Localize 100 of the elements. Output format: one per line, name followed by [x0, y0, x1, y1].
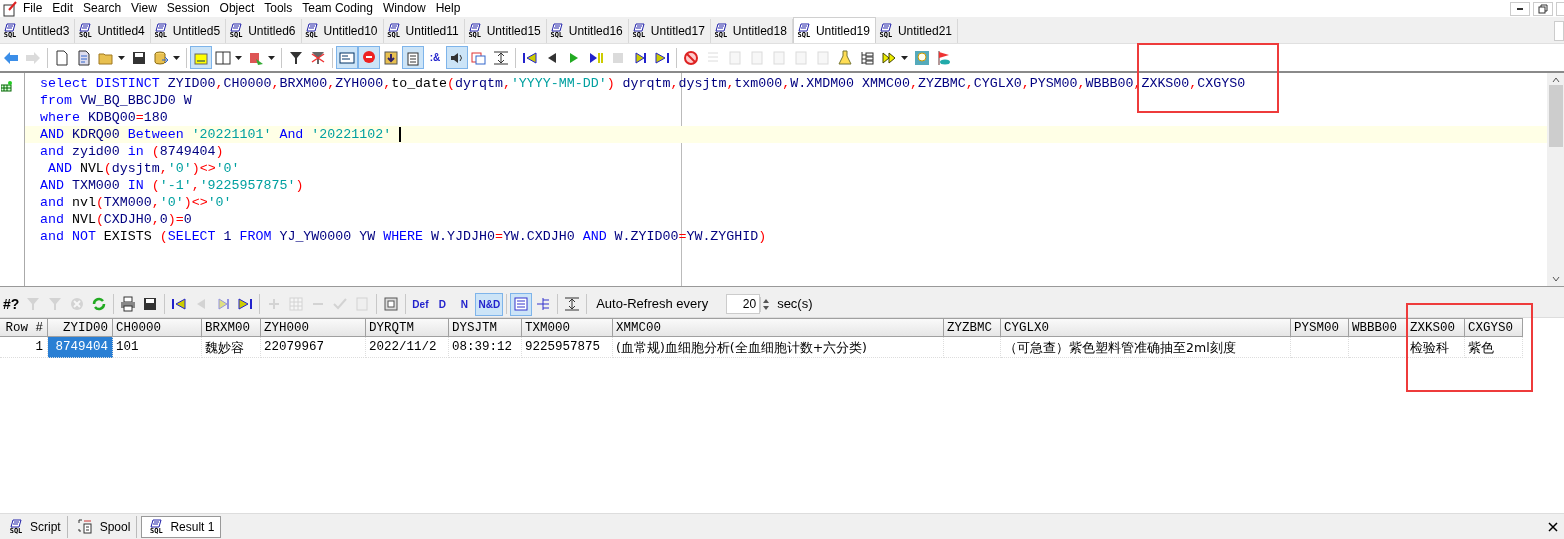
text-cursor	[399, 127, 402, 142]
cancel-icon	[69, 296, 86, 312]
code-line: and NVL(CXDJH0,0)=0	[39, 211, 193, 228]
scroll-down-icon	[1551, 276, 1560, 282]
column-header[interactable]: CH0000	[113, 318, 202, 337]
menu-item[interactable]: Window	[378, 1, 431, 16]
toolbar-button[interactable]: D	[431, 292, 454, 316]
menu-item[interactable]: View	[126, 1, 162, 16]
forward-arrow-icon	[25, 49, 41, 66]
menu-item[interactable]: Session	[161, 1, 215, 16]
toolbar-button[interactable]	[446, 46, 468, 69]
print-icon	[120, 296, 137, 312]
menu-item[interactable]: Tools	[259, 1, 298, 16]
script-icon	[79, 23, 92, 32]
table-cell: 2022/11/2	[366, 337, 449, 358]
menu-item[interactable]: Edit	[47, 1, 79, 16]
table-cell: 检验科	[1407, 337, 1465, 358]
menu-item[interactable]: File	[18, 1, 48, 16]
table-cell: (血常规)血细胞分析(全血细胞计数+六分类)	[613, 337, 944, 358]
code-line: from VW_BQ_BBCJD0 W	[39, 92, 193, 109]
unit-label: sec(s)	[777, 295, 813, 314]
column-header[interactable]: Row #	[0, 318, 48, 337]
toolbar-button[interactable]: #?	[0, 292, 23, 316]
save-icon	[142, 296, 159, 312]
script-icon	[150, 518, 163, 528]
last-icon	[654, 49, 670, 66]
minimize-button[interactable]	[1510, 1, 1530, 16]
column-header[interactable]: CYGLX0	[1001, 318, 1291, 337]
code-line: and zyid00 in (8749404)	[39, 143, 225, 160]
menu-item[interactable]: Search	[78, 1, 127, 16]
result-tab[interactable]: Spool	[71, 515, 138, 538]
column-header[interactable]: BRXM00	[202, 318, 261, 337]
table-cell: 101	[113, 337, 202, 358]
last-icon	[237, 296, 254, 312]
filter-icon	[25, 296, 42, 312]
copy-icon	[471, 49, 487, 66]
refresh-icon	[91, 296, 108, 312]
column-header[interactable]: PYSM00	[1291, 318, 1349, 337]
double-arrow-icon	[881, 49, 897, 66]
script-icon	[10, 518, 22, 528]
table-cell: 8749404	[48, 337, 113, 358]
caret-icon	[235, 55, 242, 60]
scroll-up-icon	[1551, 77, 1560, 83]
caret-icon	[118, 55, 125, 60]
column-header[interactable]: DYRQTM	[366, 318, 449, 337]
script-icon	[305, 23, 318, 32]
first-icon	[171, 296, 188, 312]
scrollbar[interactable]	[1547, 73, 1564, 286]
column-header[interactable]: TXM000	[522, 318, 613, 337]
refresh-interval-field[interactable]: 20	[726, 294, 761, 314]
error-icon	[361, 49, 377, 66]
spool-icon	[77, 518, 94, 535]
run-marker-icon	[1, 81, 13, 93]
document-icon	[793, 49, 809, 66]
save-icon	[131, 49, 147, 66]
toolbar-button[interactable]: N&D	[475, 292, 504, 316]
first-icon	[522, 49, 538, 66]
grid-icon	[288, 296, 305, 312]
column-header[interactable]: WBBB00	[1349, 318, 1407, 337]
document-icon	[749, 49, 765, 66]
spacing-icon	[564, 296, 581, 312]
table-cell: （可急查）紫色塑料管准确抽至2ml刻度	[1001, 337, 1291, 358]
panel-icon	[215, 49, 231, 66]
scroll-thumb[interactable]	[1548, 85, 1563, 147]
grid-icon	[513, 296, 530, 312]
toolbar-button[interactable]: :&	[424, 46, 446, 69]
close-icon[interactable]	[1547, 520, 1559, 533]
script-icon	[154, 23, 167, 32]
toolbar-button[interactable]: Def	[409, 292, 432, 316]
column-header[interactable]: ZYID00	[48, 318, 113, 337]
code-line: and NOT EXISTS (SELECT 1 FROM YJ_YW0000 YW WHERE W.YJDJH0=YW.CXDJH0 AND W.ZYID00=YW.ZYGHID)	[39, 228, 768, 245]
column-header[interactable]: ZYH000	[261, 318, 366, 337]
table-cell: 9225957875	[522, 337, 613, 358]
list-icon	[405, 49, 421, 66]
card-icon	[339, 49, 355, 66]
column-header[interactable]: CXGYS0	[1465, 318, 1523, 337]
tree-icon	[535, 296, 552, 312]
script-icon	[550, 23, 563, 32]
toolbar-button[interactable]: N	[453, 292, 476, 316]
restore-button[interactable]	[1533, 1, 1553, 16]
column-header[interactable]: DYSJTM	[449, 318, 522, 337]
document-icon	[54, 49, 70, 66]
code-line: AND NVL(dysjtm,'0')<>'0'	[46, 160, 241, 177]
spin-up-icon	[763, 298, 770, 303]
script-icon	[468, 23, 481, 32]
column-header[interactable]: ZYZBMC	[944, 318, 1001, 337]
restore-icon	[1538, 3, 1548, 14]
table-cell: 魏妙容	[202, 337, 261, 358]
clear-filter-icon	[310, 49, 326, 66]
menu-item[interactable]: Object	[214, 1, 260, 16]
flag-icon	[936, 49, 952, 66]
menu-item[interactable]: Team Coding	[297, 1, 378, 16]
column-header[interactable]: ZXKS00	[1407, 318, 1465, 337]
tree-icon	[859, 49, 875, 66]
next-icon	[632, 49, 648, 66]
menu-item[interactable]: Help	[430, 1, 466, 16]
code-line: and nvl(TXM000,'0')<>'0'	[39, 194, 233, 211]
prohibited-icon	[683, 49, 699, 66]
caret-icon	[901, 55, 908, 60]
column-header[interactable]: XMMC00	[613, 318, 944, 337]
